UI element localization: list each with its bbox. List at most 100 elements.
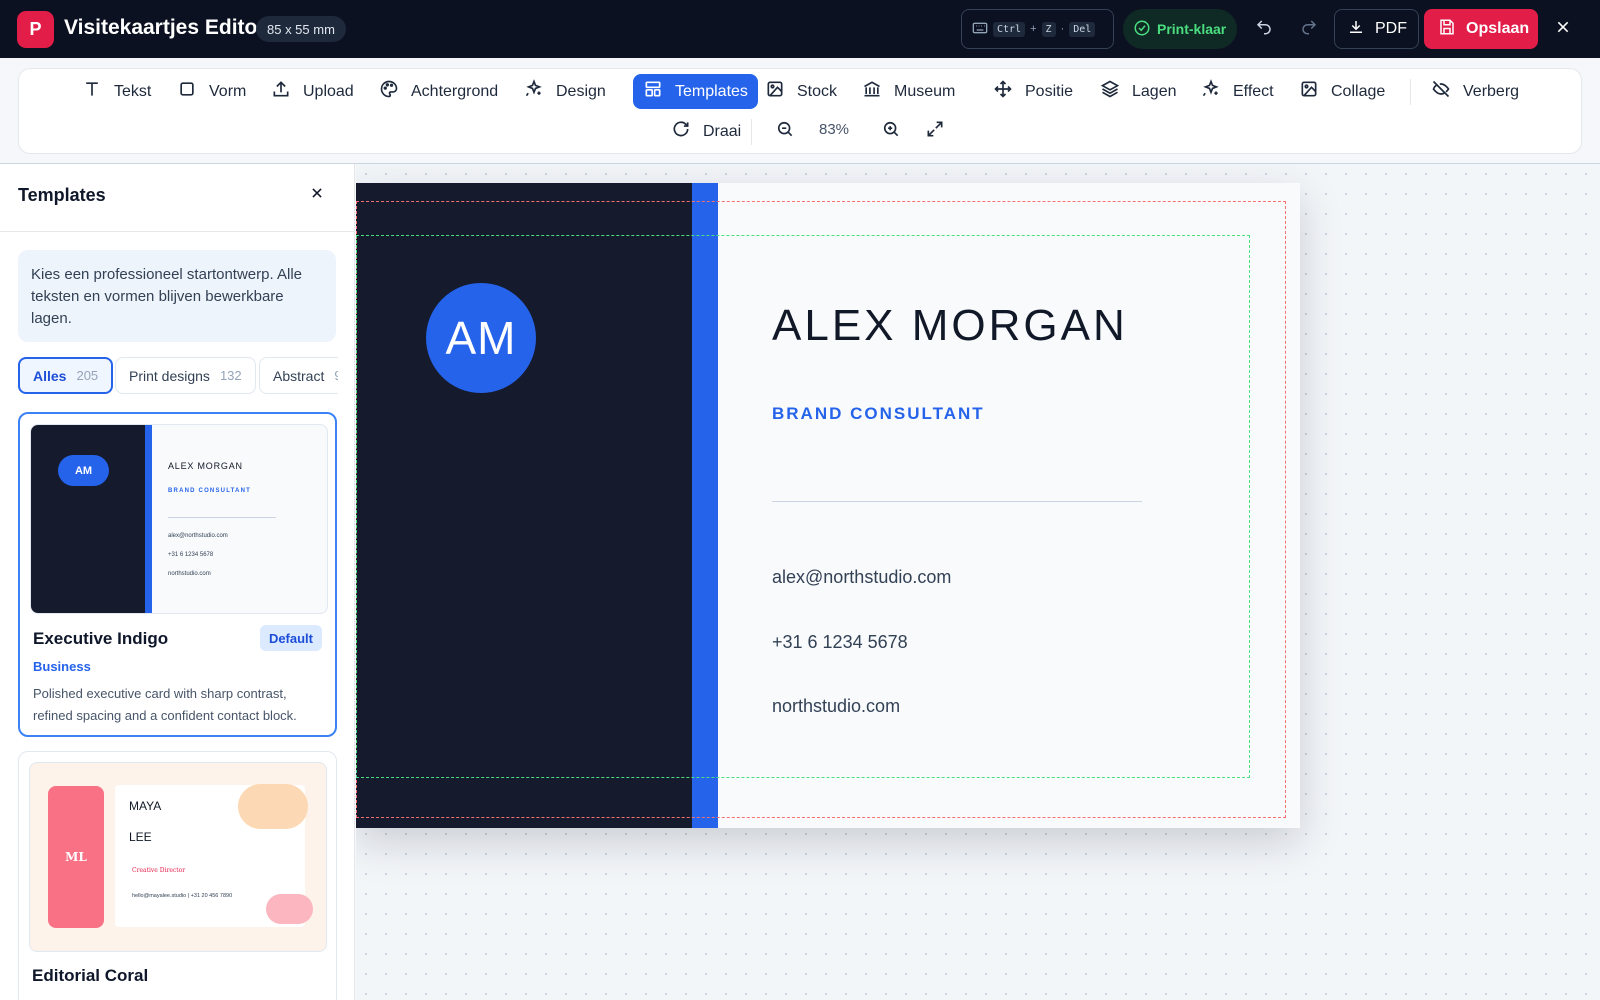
info-box: Kies een professioneel startontwerp. All… xyxy=(18,250,336,342)
filter-count: 205 xyxy=(76,368,99,383)
zoom-out-button[interactable] xyxy=(769,114,801,149)
filter-label: Alles xyxy=(33,367,67,384)
fit-screen-button[interactable] xyxy=(919,114,951,149)
move-icon xyxy=(993,79,1013,104)
sparkles-icon xyxy=(524,79,544,104)
kbd-z: Z xyxy=(1041,21,1056,37)
thumb-phone: +31 6 1234 5678 xyxy=(168,552,214,558)
download-icon xyxy=(1347,18,1365,41)
tool-collage[interactable]: Collage xyxy=(1289,74,1395,109)
templates-icon xyxy=(643,79,663,104)
kbd-plus: + xyxy=(1030,23,1037,35)
app-title: Visitekaartjes Editor xyxy=(64,16,266,39)
tool-tekst[interactable]: Tekst xyxy=(72,74,161,109)
tool-label: Effect xyxy=(1233,82,1274,100)
layers-icon xyxy=(1100,79,1120,104)
tool-vorm[interactable]: Vorm xyxy=(167,74,256,109)
pdf-label: PDF xyxy=(1375,20,1407,37)
kbd-ctrl: Ctrl xyxy=(993,21,1026,37)
tool-lagen[interactable]: Lagen xyxy=(1090,74,1187,109)
zoom-in-icon xyxy=(881,119,901,144)
pdf-button[interactable]: PDF xyxy=(1334,9,1419,49)
thumb-accent-stripe xyxy=(145,425,152,613)
close-icon xyxy=(310,186,324,205)
app-logo: P xyxy=(17,11,54,48)
zoom-in-button[interactable] xyxy=(875,114,907,149)
canvas-area[interactable]: AM ALEX MORGAN BRAND CONSULTANT alex@nor… xyxy=(356,164,1600,1000)
image-icon xyxy=(765,79,785,104)
save-label: Opslaan xyxy=(1466,20,1530,37)
card-avatar[interactable]: AM xyxy=(426,283,536,393)
filter-count: 132 xyxy=(219,368,242,383)
default-badge: Default xyxy=(259,625,322,651)
card-divider-line[interactable] xyxy=(772,501,1142,502)
thumb-pink-blob xyxy=(266,894,313,924)
rotate-button[interactable]: Draai xyxy=(661,114,751,149)
thumb-first-name: MAYA xyxy=(129,799,162,813)
tool-label: Vorm xyxy=(209,82,247,100)
close-icon xyxy=(1555,19,1571,40)
panel-title: Templates xyxy=(18,185,106,205)
check-circle-icon xyxy=(1133,19,1151,40)
tool-museum[interactable]: Museum xyxy=(852,74,965,109)
thumb-role: BRAND CONSULTANT xyxy=(168,488,251,494)
tool-stock[interactable]: Stock xyxy=(755,74,847,109)
tool-upload[interactable]: Upload xyxy=(261,74,364,109)
toolbar: Tekst Vorm Upload Achtergrond Design Tem… xyxy=(18,68,1582,154)
thumb-dark-panel xyxy=(31,425,145,613)
filter-alles[interactable]: Alles 205 xyxy=(18,357,114,394)
filter-label: Print designs xyxy=(129,367,210,384)
sparkles-icon xyxy=(1201,79,1221,104)
card-website[interactable]: northstudio.com xyxy=(772,696,900,717)
tool-label: Lagen xyxy=(1132,82,1177,100)
tool-effect[interactable]: Effect xyxy=(1191,74,1284,109)
filter-abstract[interactable]: Abstract 9 xyxy=(259,357,338,394)
tool-label: Tekst xyxy=(114,82,152,100)
thumb-contact: hello@mayalee.studio | +31 20 456 7890 xyxy=(132,893,233,899)
rotate-icon xyxy=(671,119,691,144)
card-phone[interactable]: +31 6 1234 5678 xyxy=(772,632,908,653)
undo-button[interactable] xyxy=(1247,12,1281,46)
thumb-peach-blob xyxy=(238,784,308,829)
save-button[interactable]: Opslaan xyxy=(1424,9,1538,49)
thumb-avatar: AM xyxy=(58,455,109,486)
card-role[interactable]: BRAND CONSULTANT xyxy=(772,404,985,424)
keyboard-icon xyxy=(972,20,988,39)
size-chip: 85 x 55 mm xyxy=(256,16,346,42)
print-ready-badge[interactable]: Print-klaar xyxy=(1123,9,1237,49)
redo-icon xyxy=(1300,18,1318,41)
template-card-editorial-coral[interactable]: ML MAYA LEE Creative Director hello@maya… xyxy=(18,751,337,1000)
template-thumbnail: ML MAYA LEE Creative Director hello@maya… xyxy=(29,762,327,952)
panel-close-button[interactable] xyxy=(304,182,330,208)
template-name: Editorial Coral xyxy=(32,966,149,985)
top-bar: P Visitekaartjes Editor 85 x 55 mm Ctrl … xyxy=(0,0,1600,58)
kbd-dot: · xyxy=(1060,23,1065,35)
shape-icon xyxy=(177,79,197,104)
tool-templates[interactable]: Templates xyxy=(633,74,758,109)
zoom-level: 83% xyxy=(819,121,850,138)
toolbar-divider xyxy=(751,119,752,145)
redo-button[interactable] xyxy=(1292,12,1326,46)
tool-verberg[interactable]: Verberg xyxy=(1421,74,1529,109)
tool-label: Templates xyxy=(675,82,748,100)
thumb-web: northstudio.com xyxy=(168,571,211,577)
business-card-canvas[interactable]: AM ALEX MORGAN BRAND CONSULTANT alex@nor… xyxy=(356,183,1300,828)
close-editor-button[interactable] xyxy=(1546,12,1580,46)
tool-positie[interactable]: Positie xyxy=(983,74,1083,109)
palette-icon xyxy=(379,79,399,104)
filter-print-designs[interactable]: Print designs 132 xyxy=(115,357,256,394)
toolbar-divider xyxy=(1410,79,1411,105)
template-card-executive-indigo[interactable]: AM ALEX MORGAN BRAND CONSULTANT alex@nor… xyxy=(18,412,337,737)
tool-label: Upload xyxy=(303,82,354,100)
card-email[interactable]: alex@northstudio.com xyxy=(772,567,951,588)
card-name[interactable]: ALEX MORGAN xyxy=(772,301,1128,351)
print-ready-label: Print-klaar xyxy=(1157,21,1227,37)
text-icon xyxy=(82,79,102,104)
tool-label: Verberg xyxy=(1463,82,1520,100)
tool-design[interactable]: Design xyxy=(514,74,616,109)
thumb-rule xyxy=(168,517,276,518)
thumb-email: alex@northstudio.com xyxy=(168,533,228,539)
tool-label: Museum xyxy=(894,82,956,100)
template-thumbnail: AM ALEX MORGAN BRAND CONSULTANT alex@nor… xyxy=(30,424,328,614)
tool-achtergrond[interactable]: Achtergrond xyxy=(369,74,508,109)
